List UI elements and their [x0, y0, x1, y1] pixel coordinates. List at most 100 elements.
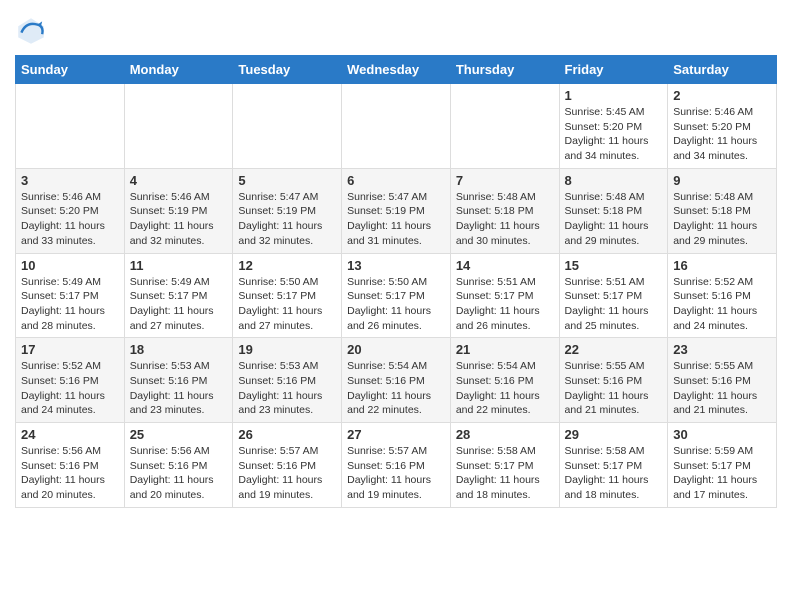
table-row: 15 Sunrise: 5:51 AM Sunset: 5:17 PM Dayli…	[559, 253, 668, 338]
day-info: Sunrise: 5:52 AM Sunset: 5:16 PM Dayligh…	[673, 275, 771, 334]
calendar-week-row: 3Sunrise: 5:46 AM Sunset: 5:20 PM Daylig…	[16, 168, 777, 253]
day-number: 7	[456, 173, 554, 188]
table-row: 20 Sunrise: 5:54 AM Sunset: 5:16 PM Dayli…	[342, 338, 451, 423]
day-number: 16	[673, 258, 771, 273]
calendar-week-row: 10Sunrise: 5:49 AM Sunset: 5:17 PM Dayli…	[16, 253, 777, 338]
day-number: 14	[456, 258, 554, 273]
day-info: Sunrise: 5:53 AM Sunset: 5:16 PM Dayligh…	[130, 359, 228, 418]
day-number: 17	[21, 342, 119, 357]
col-tuesday: Tuesday	[233, 56, 342, 84]
table-row: 10Sunrise: 5:49 AM Sunset: 5:17 PM Dayli…	[16, 253, 125, 338]
day-info: Sunrise: 5:53 AM Sunset: 5:16 PM Dayligh…	[238, 359, 336, 418]
table-row: 26 Sunrise: 5:57 AM Sunset: 5:16 PM Dayli…	[233, 423, 342, 508]
day-number: 6	[347, 173, 445, 188]
table-row: 8 Sunrise: 5:48 AM Sunset: 5:18 PM Daylig…	[559, 168, 668, 253]
day-number: 27	[347, 427, 445, 442]
day-info: Sunrise: 5:54 AM Sunset: 5:16 PM Dayligh…	[347, 359, 445, 418]
table-row: 22Sunrise: 5:55 AM Sunset: 5:16 PM Dayli…	[559, 338, 668, 423]
day-info: Sunrise: 5:49 AM Sunset: 5:17 PM Dayligh…	[21, 275, 119, 334]
table-row: 2 Sunrise: 5:46 AM Sunset: 5:20 PM Daylig…	[668, 84, 777, 169]
day-number: 8	[565, 173, 663, 188]
day-number: 25	[130, 427, 228, 442]
day-number: 29	[565, 427, 663, 442]
day-info: Sunrise: 5:56 AM Sunset: 5:16 PM Dayligh…	[130, 444, 228, 503]
table-row: 23Sunrise: 5:55 AM Sunset: 5:16 PM Dayli…	[668, 338, 777, 423]
col-sunday: Sunday	[16, 56, 125, 84]
day-number: 1	[565, 88, 663, 103]
table-row: 16 Sunrise: 5:52 AM Sunset: 5:16 PM Dayli…	[668, 253, 777, 338]
day-info: Sunrise: 5:52 AM Sunset: 5:16 PM Dayligh…	[21, 359, 119, 418]
table-row	[342, 84, 451, 169]
day-number: 24	[21, 427, 119, 442]
day-info: Sunrise: 5:51 AM Sunset: 5:17 PM Dayligh…	[565, 275, 663, 334]
day-info: Sunrise: 5:46 AM Sunset: 5:20 PM Dayligh…	[673, 105, 771, 164]
table-row: 5 Sunrise: 5:47 AM Sunset: 5:19 PM Daylig…	[233, 168, 342, 253]
table-row	[233, 84, 342, 169]
logo-icon	[15, 15, 47, 47]
day-info: Sunrise: 5:49 AM Sunset: 5:17 PM Dayligh…	[130, 275, 228, 334]
header	[15, 10, 777, 47]
day-info: Sunrise: 5:46 AM Sunset: 5:20 PM Dayligh…	[21, 190, 119, 249]
table-row: 6 Sunrise: 5:47 AM Sunset: 5:19 PM Daylig…	[342, 168, 451, 253]
table-row: 24 Sunrise: 5:56 AM Sunset: 5:16 PM Dayli…	[16, 423, 125, 508]
table-row: 1 Sunrise: 5:45 AM Sunset: 5:20 PM Daylig…	[559, 84, 668, 169]
day-number: 20	[347, 342, 445, 357]
table-row: 11 Sunrise: 5:49 AM Sunset: 5:17 PM Dayli…	[124, 253, 233, 338]
day-info: Sunrise: 5:58 AM Sunset: 5:17 PM Dayligh…	[456, 444, 554, 503]
table-row: 4Sunrise: 5:46 AM Sunset: 5:19 PM Daylig…	[124, 168, 233, 253]
day-info: Sunrise: 5:51 AM Sunset: 5:17 PM Dayligh…	[456, 275, 554, 334]
day-info: Sunrise: 5:50 AM Sunset: 5:17 PM Dayligh…	[238, 275, 336, 334]
table-row: 3Sunrise: 5:46 AM Sunset: 5:20 PM Daylig…	[16, 168, 125, 253]
table-row: 27 Sunrise: 5:57 AM Sunset: 5:16 PM Dayli…	[342, 423, 451, 508]
col-wednesday: Wednesday	[342, 56, 451, 84]
day-info: Sunrise: 5:45 AM Sunset: 5:20 PM Dayligh…	[565, 105, 663, 164]
day-info: Sunrise: 5:54 AM Sunset: 5:16 PM Dayligh…	[456, 359, 554, 418]
day-number: 30	[673, 427, 771, 442]
day-info: Sunrise: 5:59 AM Sunset: 5:17 PM Dayligh…	[673, 444, 771, 503]
col-friday: Friday	[559, 56, 668, 84]
table-row: 21 Sunrise: 5:54 AM Sunset: 5:16 PM Dayli…	[450, 338, 559, 423]
table-row: 17 Sunrise: 5:52 AM Sunset: 5:16 PM Dayli…	[16, 338, 125, 423]
calendar-table: Sunday Monday Tuesday Wednesday Thursday…	[15, 55, 777, 508]
calendar-week-row: 24 Sunrise: 5:56 AM Sunset: 5:16 PM Dayli…	[16, 423, 777, 508]
day-number: 26	[238, 427, 336, 442]
day-info: Sunrise: 5:56 AM Sunset: 5:16 PM Dayligh…	[21, 444, 119, 503]
day-number: 9	[673, 173, 771, 188]
table-row: 7 Sunrise: 5:48 AM Sunset: 5:18 PM Daylig…	[450, 168, 559, 253]
day-info: Sunrise: 5:48 AM Sunset: 5:18 PM Dayligh…	[456, 190, 554, 249]
col-monday: Monday	[124, 56, 233, 84]
day-number: 21	[456, 342, 554, 357]
table-row	[124, 84, 233, 169]
day-info: Sunrise: 5:47 AM Sunset: 5:19 PM Dayligh…	[238, 190, 336, 249]
day-number: 11	[130, 258, 228, 273]
table-row: 29Sunrise: 5:58 AM Sunset: 5:17 PM Dayli…	[559, 423, 668, 508]
table-row: 25 Sunrise: 5:56 AM Sunset: 5:16 PM Dayli…	[124, 423, 233, 508]
day-info: Sunrise: 5:57 AM Sunset: 5:16 PM Dayligh…	[238, 444, 336, 503]
page: Sunday Monday Tuesday Wednesday Thursday…	[0, 0, 792, 523]
day-info: Sunrise: 5:48 AM Sunset: 5:18 PM Dayligh…	[565, 190, 663, 249]
col-thursday: Thursday	[450, 56, 559, 84]
calendar-week-row: 17 Sunrise: 5:52 AM Sunset: 5:16 PM Dayli…	[16, 338, 777, 423]
day-number: 23	[673, 342, 771, 357]
table-row: 28 Sunrise: 5:58 AM Sunset: 5:17 PM Dayli…	[450, 423, 559, 508]
table-row	[450, 84, 559, 169]
day-number: 13	[347, 258, 445, 273]
day-info: Sunrise: 5:46 AM Sunset: 5:19 PM Dayligh…	[130, 190, 228, 249]
day-info: Sunrise: 5:47 AM Sunset: 5:19 PM Dayligh…	[347, 190, 445, 249]
table-row: 18Sunrise: 5:53 AM Sunset: 5:16 PM Dayli…	[124, 338, 233, 423]
table-row: 14 Sunrise: 5:51 AM Sunset: 5:17 PM Dayli…	[450, 253, 559, 338]
day-number: 12	[238, 258, 336, 273]
day-number: 19	[238, 342, 336, 357]
day-info: Sunrise: 5:57 AM Sunset: 5:16 PM Dayligh…	[347, 444, 445, 503]
table-row: 30 Sunrise: 5:59 AM Sunset: 5:17 PM Dayli…	[668, 423, 777, 508]
day-number: 2	[673, 88, 771, 103]
table-row: 9Sunrise: 5:48 AM Sunset: 5:18 PM Daylig…	[668, 168, 777, 253]
day-number: 5	[238, 173, 336, 188]
calendar-week-row: 1 Sunrise: 5:45 AM Sunset: 5:20 PM Daylig…	[16, 84, 777, 169]
day-info: Sunrise: 5:55 AM Sunset: 5:16 PM Dayligh…	[565, 359, 663, 418]
day-number: 28	[456, 427, 554, 442]
day-number: 15	[565, 258, 663, 273]
table-row: 13Sunrise: 5:50 AM Sunset: 5:17 PM Dayli…	[342, 253, 451, 338]
calendar-header-row: Sunday Monday Tuesday Wednesday Thursday…	[16, 56, 777, 84]
col-saturday: Saturday	[668, 56, 777, 84]
